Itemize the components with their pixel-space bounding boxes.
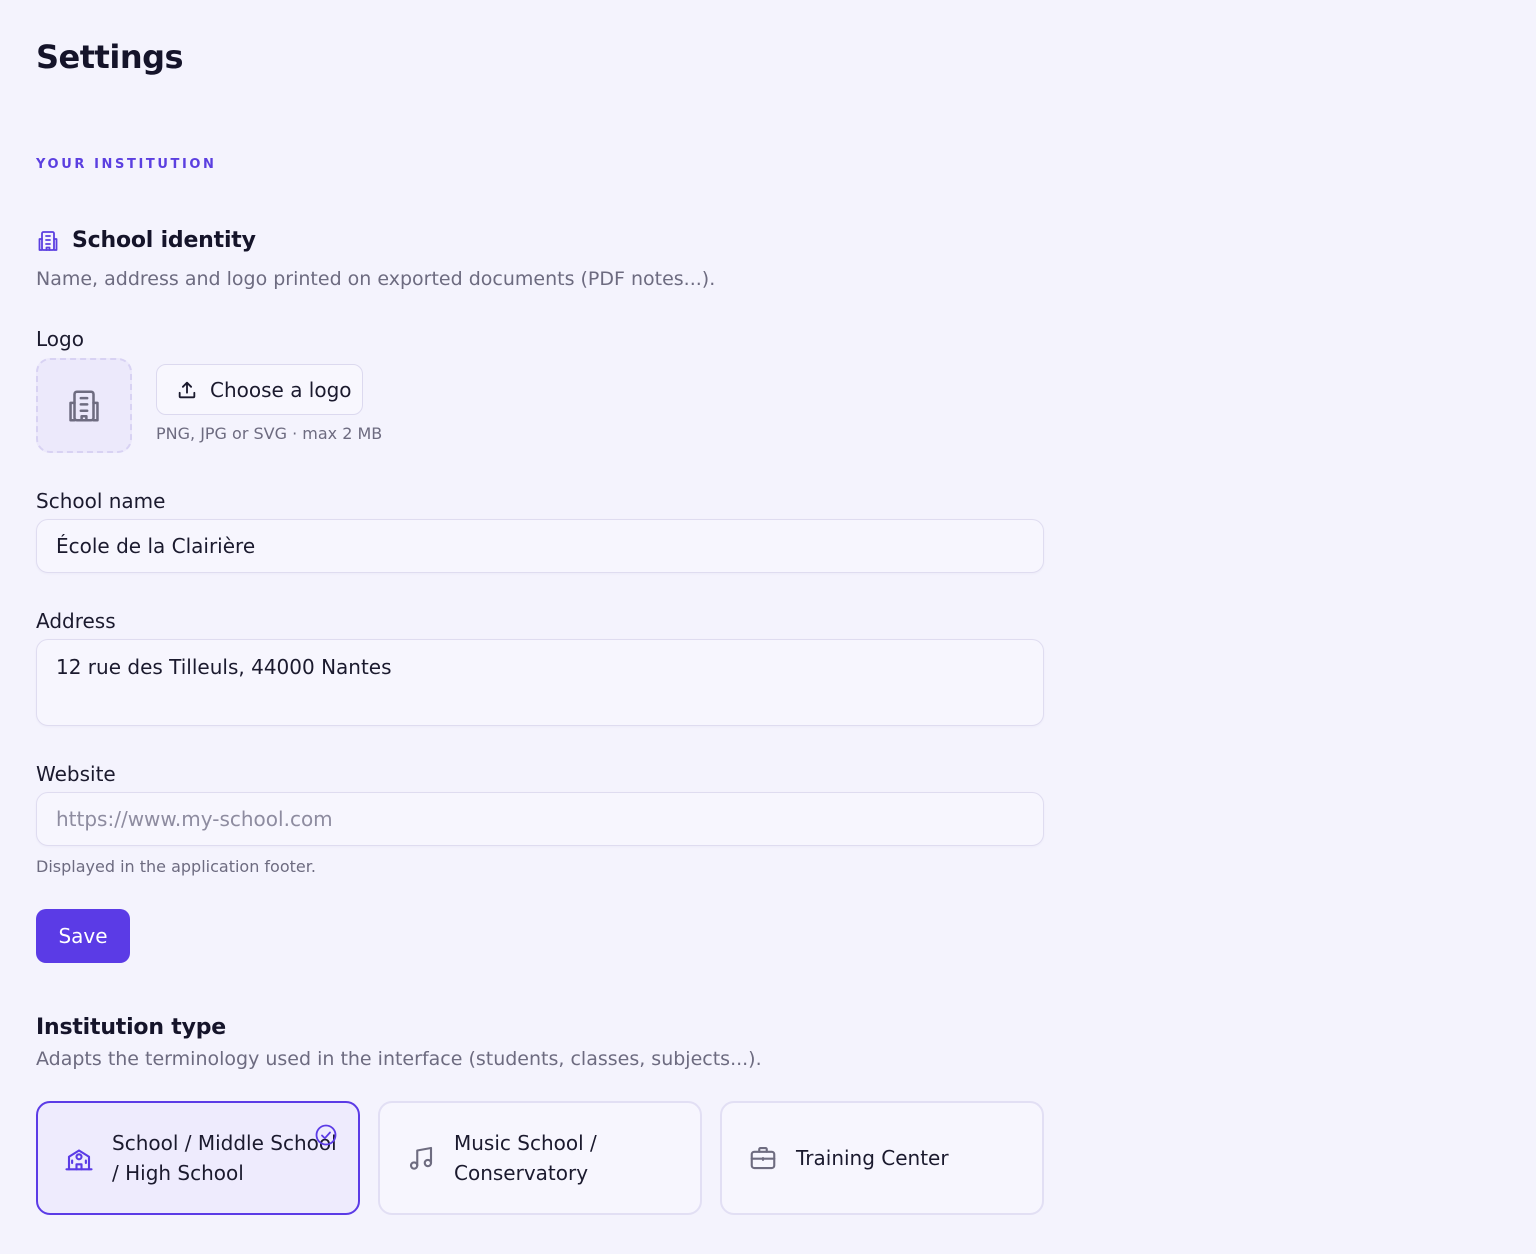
type-option-label: School / Middle School / High School [112,1131,337,1185]
choose-logo-button[interactable]: Choose a logo [156,364,363,415]
school-icon [64,1143,94,1173]
school-identity-header: School identity [36,228,256,253]
type-option-school[interactable]: School / Middle School / High School [36,1101,360,1215]
address-label: Address [36,609,116,633]
institution-type-description: Adapts the terminology used in the inter… [36,1048,762,1070]
address-textarea[interactable]: 12 rue des Tilleuls, 44000 Nantes [36,639,1044,726]
website-hint: Displayed in the application footer. [36,857,316,876]
logo-label: Logo [36,327,84,351]
school-name-label: School name [36,489,166,513]
briefcase-icon [748,1143,778,1173]
music-note-icon [406,1143,436,1173]
type-option-music[interactable]: Music School / Conservatory [378,1101,702,1215]
upload-icon [176,379,198,401]
institution-type-title: Institution type [36,1015,226,1040]
school-name-input[interactable] [36,519,1044,573]
type-option-label: Training Center [796,1146,949,1170]
building-icon [65,387,103,425]
choose-logo-label: Choose a logo [210,377,352,402]
section-description: Name, address and logo printed on export… [36,268,716,290]
website-input[interactable] [36,792,1044,846]
logo-hint: PNG, JPG or SVG · max 2 MB [156,424,383,443]
type-option-label: Music School / Conservatory [454,1131,597,1185]
website-label: Website [36,762,116,786]
logo-dropzone[interactable] [36,358,132,453]
save-button[interactable]: Save [36,909,130,963]
building-icon [36,229,60,253]
check-circle-icon [314,1123,338,1147]
section-title: School identity [72,228,256,253]
section-eyebrow: YOUR INSTITUTION [36,157,217,172]
type-option-training[interactable]: Training Center [720,1101,1044,1215]
page-title: Settings [36,38,184,76]
